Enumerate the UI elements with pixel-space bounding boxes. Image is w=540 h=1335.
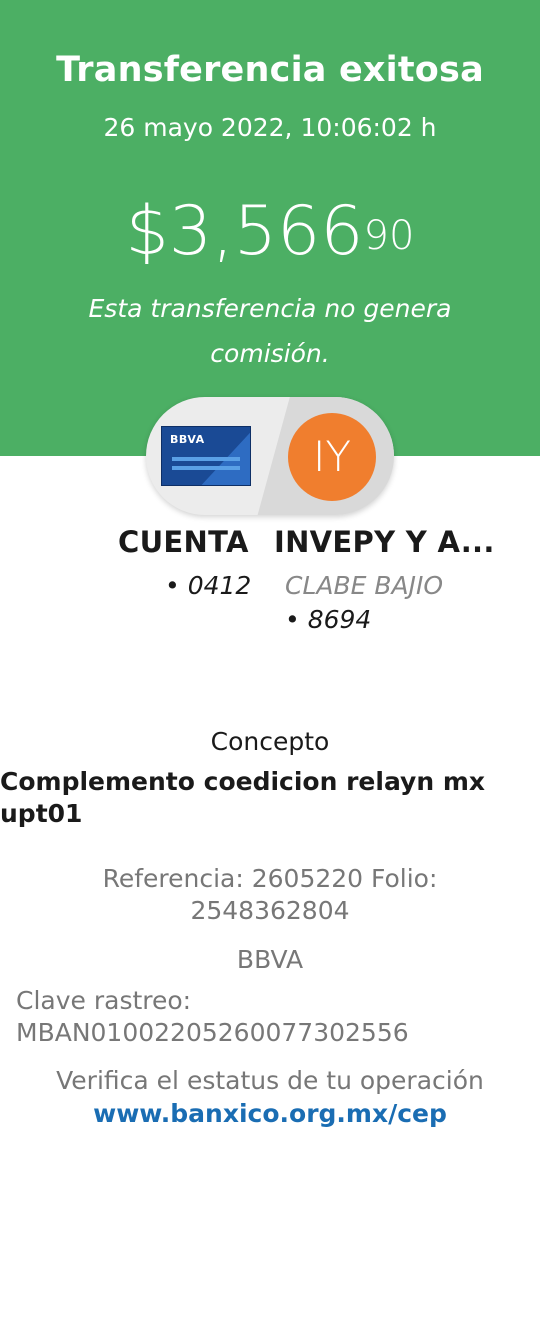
transfer-receipt: Transferencia exitosa 26 mayo 2022, 10:0…: [0, 0, 540, 1335]
reference-folio: Referencia: 2605220 Folio: 2548362804: [102, 864, 438, 925]
tracking-key: Clave rastreo: MBAN01002205260077302556: [16, 986, 409, 1047]
recipient-bank: CLABE BAJIO: [285, 571, 444, 600]
commission-note: Esta transferencia no genera comisión.: [88, 294, 452, 368]
accounts-pill: BBVA IY: [146, 397, 394, 515]
card-stripe: [172, 466, 240, 470]
success-header: Transferencia exitosa 26 mayo 2022, 10:0…: [0, 0, 540, 456]
origin-account-label: CUENTA: [118, 525, 249, 559]
operating-bank: BBVA: [236, 945, 304, 974]
verify-status-text: Verifica el estatus de tu operación: [56, 1066, 484, 1095]
card-logo-text: BBVA: [170, 433, 205, 446]
amount-main: $3,566: [125, 192, 364, 271]
card-stripe: [172, 457, 240, 461]
recipient-account-number: • 8694: [285, 605, 372, 634]
concept-value: Complemento coedicion relayn mx upt01: [0, 767, 486, 828]
recipient-avatar: IY: [288, 413, 376, 501]
concept-label: Concepto: [210, 727, 330, 756]
page-title: Transferencia exitosa: [56, 50, 484, 90]
banxico-cep-link[interactable]: www.banxico.org.mx/cep: [0, 1099, 540, 1128]
transfer-datetime: 26 mayo 2022, 10:06:02 h: [103, 113, 437, 142]
amount-cents: 90: [363, 213, 415, 259]
bbva-card-icon: BBVA: [161, 426, 251, 486]
recipient-name: INVEPY Y A...: [274, 525, 495, 559]
transfer-amount: $3,56690: [0, 192, 540, 272]
origin-account-number: • 0412: [165, 571, 252, 600]
